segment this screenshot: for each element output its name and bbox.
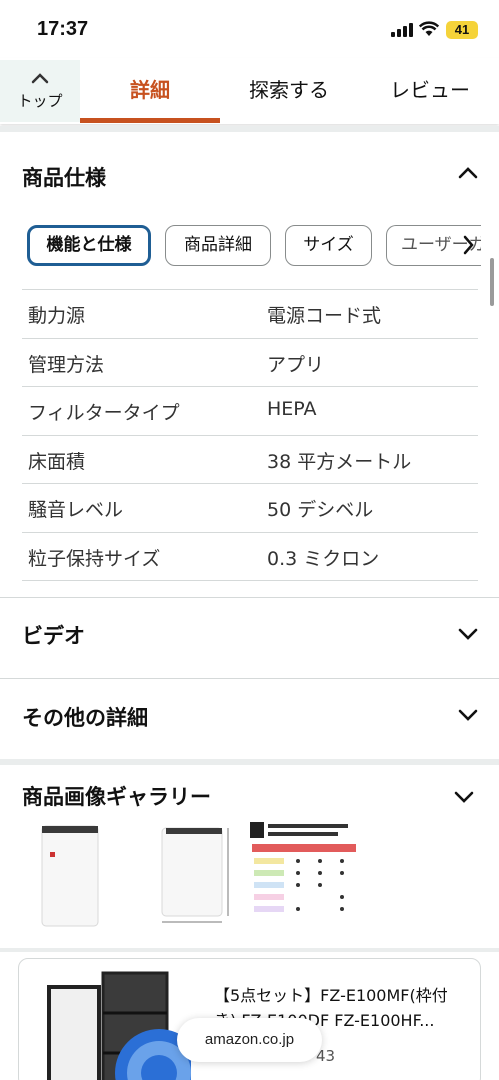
spec-value: 38 平方メートル — [267, 450, 412, 473]
wifi-icon — [419, 21, 439, 36]
spec-key: 動力源 — [28, 305, 86, 327]
tab-bar: トップ 詳細 探索する レビュー — [0, 58, 499, 124]
spec-value: 0.3 ミクロン — [267, 547, 380, 570]
table-row: 騒音レベル 50 デシベル — [22, 483, 478, 532]
spec-table: 動力源 電源コード式 管理方法 アプリ フィルタータイプ HEPA 床面積 38… — [22, 289, 478, 581]
chevron-right-icon[interactable] — [462, 235, 474, 255]
divider — [0, 678, 499, 679]
back-to-top-label: トップ — [17, 92, 63, 110]
table-row: 動力源 電源コード式 — [22, 289, 478, 338]
spec-key: 床面積 — [28, 450, 86, 473]
pill-features-specs[interactable]: 機能と仕様 — [27, 225, 151, 266]
status-bar: 17:37 41 — [0, 0, 499, 58]
chevron-down-icon[interactable] — [454, 791, 474, 803]
chevron-down-icon[interactable] — [458, 628, 478, 640]
gallery-section-title[interactable]: 商品画像ギャラリー — [22, 781, 211, 811]
video-section-title[interactable]: ビデオ — [22, 620, 85, 650]
gallery-image-purifier-front[interactable] — [28, 820, 128, 932]
gallery-image-purifier-dimensions[interactable] — [148, 820, 248, 932]
signal-icon — [391, 23, 413, 37]
spec-key: 管理方法 — [28, 353, 105, 376]
specs-section-title: 商品仕様 — [22, 166, 106, 190]
divider — [0, 597, 499, 598]
spec-value: HEPA — [267, 398, 317, 421]
table-row: 床面積 38 平方メートル — [22, 434, 478, 484]
gallery-image-plasmacluster-chart[interactable] — [248, 820, 360, 932]
other-details-section-title[interactable]: その他の詳細 — [22, 702, 148, 732]
chevron-down-icon[interactable] — [458, 709, 478, 721]
table-row: 粒子保持サイズ 0.3 ミクロン — [22, 531, 478, 581]
tab-details[interactable]: 詳細 — [80, 74, 220, 108]
spec-key: 粒子保持サイズ — [28, 547, 161, 570]
table-row: フィルタータイプ HEPA — [22, 386, 478, 435]
url-bar[interactable]: amazon.co.jp — [177, 1018, 322, 1062]
spec-value: 50 デシベル — [267, 499, 374, 522]
chevron-up-icon — [31, 73, 49, 84]
status-time: 17:37 — [37, 18, 89, 40]
section-divider — [0, 948, 499, 952]
tab-explore[interactable]: 探索する — [225, 74, 353, 108]
battery-indicator: 41 — [446, 21, 478, 39]
active-tab-indicator — [80, 118, 220, 123]
pill-product-details[interactable]: 商品詳細 — [165, 225, 271, 266]
spec-value: 電源コード式 — [267, 305, 382, 327]
section-divider — [0, 759, 499, 765]
back-to-top-button[interactable]: トップ — [0, 60, 80, 122]
product-image-filter-set — [47, 971, 191, 1080]
table-row: 管理方法 アプリ — [22, 337, 478, 387]
spec-key: 騒音レベル — [28, 499, 124, 522]
tab-reviews[interactable]: レビュー — [375, 74, 485, 108]
scrollbar[interactable] — [490, 258, 494, 306]
section-divider — [0, 126, 499, 132]
spec-value: アプリ — [267, 353, 325, 376]
spec-key: フィルタータイプ — [28, 402, 180, 425]
chevron-up-icon[interactable] — [458, 167, 478, 179]
pill-size[interactable]: サイズ — [285, 225, 372, 266]
